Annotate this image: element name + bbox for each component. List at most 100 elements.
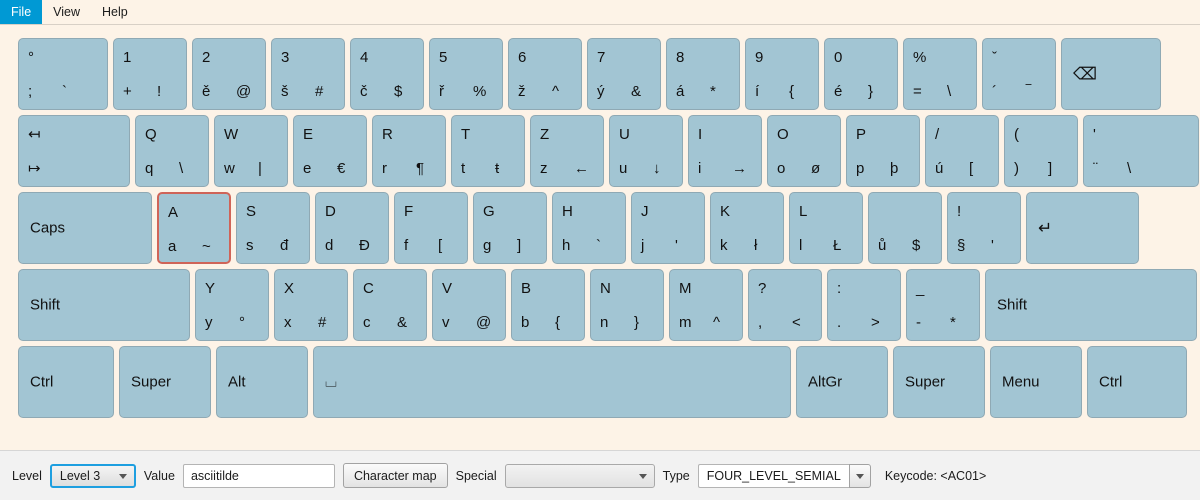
key-super-left[interactable]: Super [119,346,211,418]
key-bracketright[interactable]: ()] [1004,115,1078,187]
key-return[interactable]: ↵ [1026,192,1139,264]
key-1[interactable]: 1 +! [113,38,187,110]
level-label: Level [12,468,42,483]
key-s-glyph-tl: S [246,203,257,220]
key-apostrophe-glyph-bl: § [957,237,966,254]
key-x[interactable]: Xx # [274,269,348,341]
level-select[interactable]: Level 3 [49,463,136,488]
key-3[interactable]: 3 š # [271,38,345,110]
key-8[interactable]: 8 á * [666,38,740,110]
key-backspace[interactable]: ⌫ [1061,38,1161,110]
key-a[interactable]: Aa ~ [157,192,231,264]
key-super-right-label: Super [905,373,946,391]
key-r-glyph-tl: R [382,126,393,143]
menu-item-help[interactable]: Help [91,0,139,24]
key-shift-left[interactable]: Shift [18,269,190,341]
key-p-glyph-br: þ [890,160,899,177]
key-equal[interactable]: ˇ ´ ‾ [982,38,1056,110]
key-w[interactable]: Ww | [214,115,288,187]
key-equal-glyph-bl: ´ [992,83,997,100]
key-i[interactable]: Ii → [688,115,762,187]
key-4[interactable]: 4 č $ [350,38,424,110]
key-t[interactable]: Tt ŧ [451,115,525,187]
key-m[interactable]: Mm ^ [669,269,743,341]
key-slash[interactable]: _ - * [906,269,980,341]
key-p[interactable]: Pp þ [846,115,920,187]
key-y[interactable]: Yy ° [195,269,269,341]
key-menu[interactable]: Menu [990,346,1082,418]
key-7-glyph-br: & [631,83,642,100]
key-period[interactable]: :. > [827,269,901,341]
special-select[interactable] [504,463,655,488]
key-comma[interactable]: ?, < [748,269,822,341]
key-grave[interactable]: °; ` [18,38,108,110]
type-combobox-field[interactable]: FOUR_LEVEL_SEMIAL [697,463,849,488]
key-5[interactable]: 5 ř% [429,38,503,110]
key-f[interactable]: Ff [ [394,192,468,264]
key-tab[interactable]: ↤ ↦ [18,115,130,187]
key-h-glyph-tl: H [562,203,573,220]
key-0[interactable]: 0 é} [824,38,898,110]
key-semicolon[interactable]: ů $ [868,192,942,264]
key-j-glyph-bl: j [641,237,645,254]
key-j[interactable]: Jj ' [631,192,705,264]
key-3-glyph-bl: š [281,83,289,100]
key-r[interactable]: Rr ¶ [372,115,446,187]
key-9[interactable]: 9 í { [745,38,819,110]
key-c-glyph-br: & [397,314,408,331]
key-minus[interactable]: % = \ [903,38,977,110]
key-n[interactable]: Nn} [590,269,664,341]
key-4-glyph-bl: č [360,83,368,100]
key-d[interactable]: Dd Đ [315,192,389,264]
key-u[interactable]: Uu ↓ [609,115,683,187]
key-z[interactable]: Zz ← [530,115,604,187]
key-o[interactable]: Oo ø [767,115,841,187]
key-v[interactable]: Vv @ [432,269,506,341]
key-6[interactable]: 6 ž ^ [508,38,582,110]
key-c[interactable]: Cc & [353,269,427,341]
key-slash-glyph-br: * [950,314,956,331]
menu-item-file[interactable]: File [0,0,43,24]
key-c-glyph-tl: C [363,280,374,297]
key-4-glyph-br: $ [394,83,403,100]
key-altgr[interactable]: AltGr [796,346,888,418]
key-alt-left[interactable]: Alt [216,346,308,418]
key-shift-right[interactable]: Shift [985,269,1197,341]
key-semicolon-glyph-br: $ [912,237,921,254]
key-7[interactable]: 7 ý & [587,38,661,110]
key-u-glyph-tl: U [619,126,630,143]
key-q-glyph-bl: q [145,160,154,177]
key-i-glyph-tl: I [698,126,703,143]
type-combobox[interactable]: FOUR_LEVEL_SEMIAL [697,463,871,488]
property-toolbar: Level Level 3 Value asciitilde Character… [0,450,1200,500]
key-f-glyph-tl: F [404,203,414,220]
character-map-button[interactable]: Character map [342,463,448,488]
key-capslock[interactable]: Caps [18,192,152,264]
key-2[interactable]: 2 ě @ [192,38,266,110]
value-input[interactable]: asciitilde [182,463,335,488]
key-b[interactable]: Bb { [511,269,585,341]
key-p-glyph-tl: P [856,126,867,143]
key-bracketleft[interactable]: / ú [ [925,115,999,187]
key-apostrophe[interactable]: ! § ' [947,192,1021,264]
key-s[interactable]: Ss đ [236,192,310,264]
type-combobox-dropdown-button[interactable] [848,463,871,488]
key-z-glyph-br: ← [574,160,589,177]
key-super-right[interactable]: Super [893,346,985,418]
key-ctrl-right[interactable]: Ctrl [1087,346,1187,418]
key-backslash[interactable]: ' ¨ \ [1083,115,1199,187]
key-9-glyph-bl: í [755,83,760,100]
menu-item-view[interactable]: View [42,0,91,24]
key-q[interactable]: Qq \ [135,115,209,187]
row-qwerty: ↤ ↦ Qq \ Ww | Ee € Rr ¶ Tt ŧ Zz ← Uu ↓ Ii → Oo ø Pp þ / ú[()] ' ¨… [18,115,1199,187]
key-6-glyph-br: ^ [552,83,560,100]
key-ctrl-left[interactable]: Ctrl [18,346,114,418]
key-g[interactable]: Gg] [473,192,547,264]
chevron-down-icon [855,473,864,479]
key-e[interactable]: Ee € [293,115,367,187]
key-space[interactable]: ⌴ [313,346,791,418]
key-h[interactable]: Hh ` [552,192,626,264]
keyboard-diagram[interactable]: °; ` 1 +! 2 ě @3 š #4 č $5 ř% 6 ž ^ 7 ý & 8 á * 9 í {0 é}% = \ ˇ ´ ‾ ⌫… [0,25,1200,450]
key-k[interactable]: Kk ł [710,192,784,264]
key-l[interactable]: Ll Ł [789,192,863,264]
